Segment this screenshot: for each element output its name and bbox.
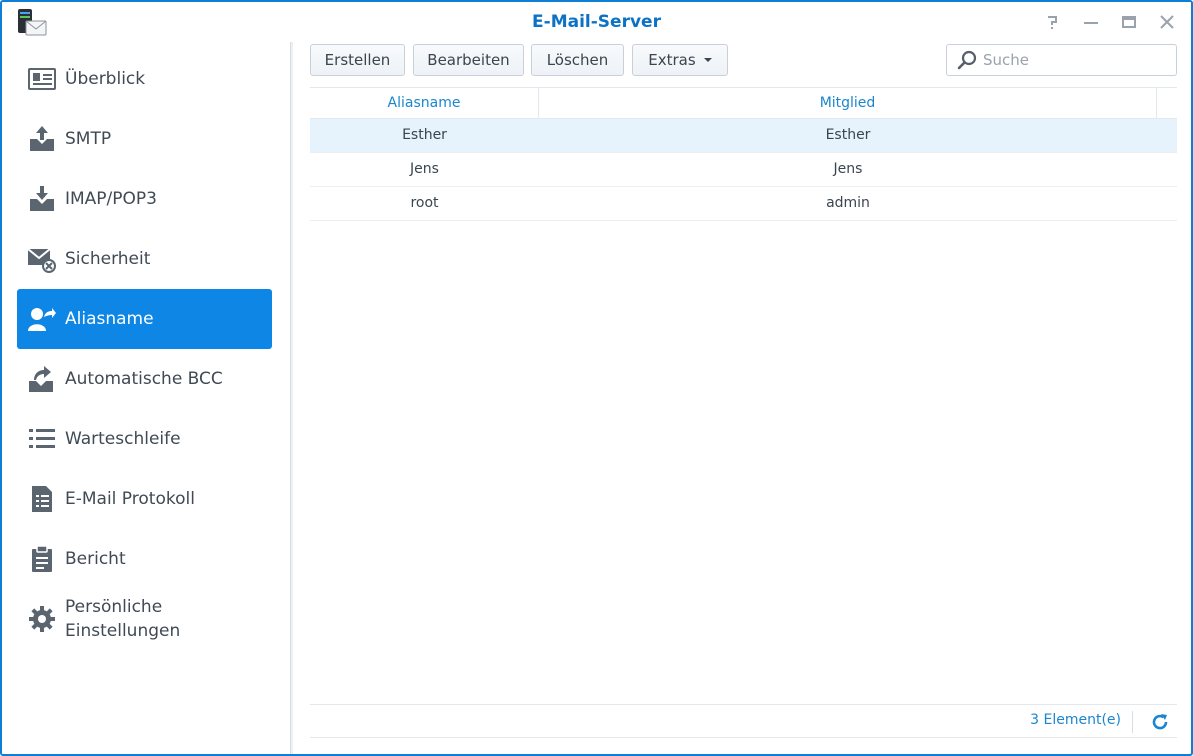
footer-divider	[1132, 711, 1133, 733]
sidebar-item-label: Bericht	[65, 549, 126, 569]
window-title: E-Mail-Server	[532, 12, 661, 32]
alias-cell: Esther	[402, 127, 447, 143]
alias-table: Aliasname Mitglied Esther Esther Jens Je…	[310, 87, 1177, 221]
sidebar-item-alias[interactable]: Aliasname	[17, 289, 272, 349]
sidebar-item-label: SMTP	[65, 129, 112, 149]
refresh-icon[interactable]	[1149, 711, 1171, 733]
caret-down-icon	[703, 58, 712, 62]
sidebar-item-queue[interactable]: Warteschleife	[17, 409, 272, 469]
member-cell: Jens	[833, 161, 863, 177]
title-bar[interactable]: E-Mail-Server	[2, 2, 1191, 42]
search-icon	[957, 50, 977, 70]
member-cell: admin	[826, 195, 870, 211]
table-row[interactable]: Jens Jens	[310, 153, 1177, 187]
delete-button[interactable]: Löschen	[531, 44, 624, 76]
sidebar-item-label: IMAP/POP3	[65, 189, 157, 209]
alias-cell: root	[410, 195, 439, 211]
sidebar-item-label: E-Mail Protokoll	[65, 489, 195, 509]
auto-bcc-icon	[27, 364, 57, 394]
app-window: E-Mail-Server Überblick SMTP IMAP/POP3 S…	[0, 0, 1193, 756]
sidebar-item-overview[interactable]: Überblick	[17, 49, 272, 109]
sidebar: Überblick SMTP IMAP/POP3 Sicherheit Alia	[2, 42, 293, 754]
smtp-upload-icon	[27, 124, 57, 154]
gear-icon	[27, 604, 57, 634]
sidebar-item-label: Automatische BCC	[65, 369, 223, 389]
maximize-icon[interactable]	[1119, 12, 1139, 32]
column-header-alias[interactable]: Aliasname	[310, 88, 539, 118]
sidebar-item-smtp[interactable]: SMTP	[17, 109, 272, 169]
extras-dropdown-button[interactable]: Extras	[632, 44, 728, 76]
table-footer: 3 Element(e)	[310, 704, 1177, 738]
sidebar-item-report[interactable]: Bericht	[17, 529, 272, 589]
extras-label: Extras	[648, 51, 696, 69]
sidebar-item-personal-settings[interactable]: Persönliche Einstellungen	[17, 589, 272, 649]
column-header-member[interactable]: Mitglied	[539, 88, 1157, 118]
sidebar-item-auto-bcc[interactable]: Automatische BCC	[17, 349, 272, 409]
imap-download-icon	[27, 184, 57, 214]
search-input[interactable]	[983, 51, 1163, 69]
table-row[interactable]: Esther Esther	[310, 119, 1177, 153]
sidebar-item-label: Überblick	[65, 69, 146, 89]
item-count: 3 Element(e)	[1030, 712, 1121, 728]
sidebar-item-security[interactable]: Sicherheit	[17, 229, 272, 289]
close-icon[interactable]	[1157, 12, 1177, 32]
toolbar: Erstellen Bearbeiten Löschen Extras	[310, 42, 1177, 78]
mail-security-icon	[27, 244, 57, 274]
table-header: Aliasname Mitglied	[310, 87, 1177, 119]
sidebar-item-label-line1: Persönliche	[65, 597, 163, 617]
report-clipboard-icon	[27, 544, 57, 574]
alias-user-icon	[27, 304, 57, 334]
queue-list-icon	[27, 424, 57, 454]
edit-button[interactable]: Bearbeiten	[413, 44, 524, 76]
alias-cell: Jens	[410, 161, 439, 177]
member-cell: Esther	[825, 127, 871, 143]
overview-icon	[27, 64, 57, 94]
create-button[interactable]: Erstellen	[310, 44, 405, 76]
sidebar-item-imap-pop3[interactable]: IMAP/POP3	[17, 169, 272, 229]
table-row[interactable]: root admin	[310, 187, 1177, 221]
search-box[interactable]	[946, 44, 1177, 76]
sidebar-item-label: Warteschleife	[65, 429, 181, 449]
sidebar-item-label: Persönliche Einstellungen	[65, 595, 180, 643]
sidebar-item-label-line2: Einstellungen	[65, 621, 181, 641]
mail-log-icon	[27, 484, 57, 514]
sidebar-item-label: Aliasname	[65, 309, 154, 329]
help-icon[interactable]	[1043, 12, 1063, 32]
minimize-icon[interactable]	[1081, 12, 1101, 32]
main-panel: Erstellen Bearbeiten Löschen Extras Alia…	[310, 42, 1177, 754]
sidebar-item-label: Sicherheit	[65, 249, 151, 269]
sidebar-item-mail-log[interactable]: E-Mail Protokoll	[17, 469, 272, 529]
